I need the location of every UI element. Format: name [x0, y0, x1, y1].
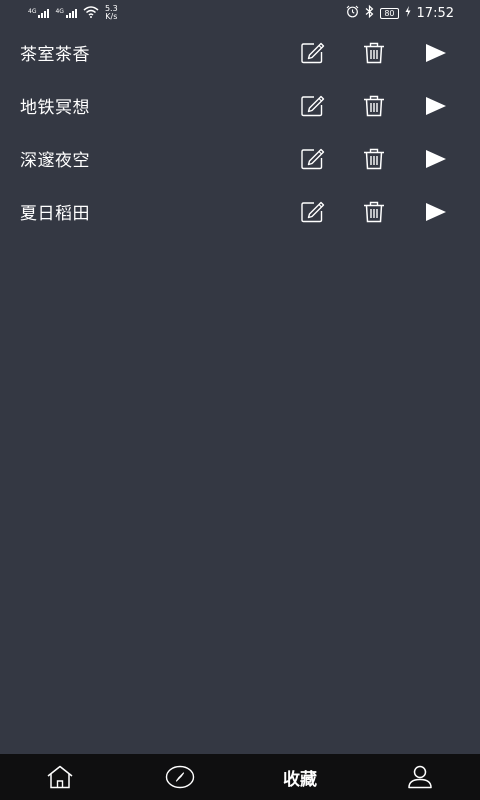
status-left: 4G 4G 5.3 K/s [28, 5, 118, 21]
play-button[interactable] [421, 91, 451, 121]
wifi-icon [83, 5, 99, 21]
play-button[interactable] [421, 38, 451, 68]
edit-button[interactable] [298, 197, 328, 227]
nav-favorites-label: 收藏 [283, 769, 317, 790]
track-name[interactable]: 茶室茶香 [20, 40, 90, 65]
compass-icon [165, 765, 195, 789]
track-name[interactable]: 地铁冥想 [20, 93, 90, 118]
edit-icon [301, 95, 325, 116]
delete-button[interactable] [359, 91, 389, 121]
sim2-label: 4G [55, 8, 64, 15]
list-item: 深邃夜空 [0, 132, 480, 185]
signal-icon: 4G [28, 8, 50, 18]
charging-icon [405, 6, 411, 20]
track-name[interactable]: 夏日稻田 [20, 199, 90, 224]
favorites-list: 茶室茶香 地铁冥想 深邃夜空 夏日稻田 [0, 26, 480, 238]
trash-icon [364, 42, 384, 63]
status-bar: 4G 4G 5.3 K/s 80 17:52 [0, 0, 480, 26]
home-icon [47, 765, 73, 789]
play-button[interactable] [421, 144, 451, 174]
edit-button[interactable] [298, 91, 328, 121]
list-item: 地铁冥想 [0, 79, 480, 132]
edit-icon [301, 201, 325, 222]
edit-icon [301, 148, 325, 169]
delete-button[interactable] [359, 144, 389, 174]
track-name[interactable]: 深邃夜空 [20, 146, 90, 171]
edit-button[interactable] [298, 38, 328, 68]
play-icon [426, 96, 446, 115]
edit-icon [301, 42, 325, 63]
trash-icon [364, 148, 384, 169]
battery-icon: 80 [380, 7, 399, 19]
play-icon [426, 202, 446, 221]
play-icon [426, 149, 446, 168]
speed-unit: K/s [105, 12, 118, 21]
nav-discover[interactable] [120, 754, 240, 800]
nav-favorites[interactable]: 收藏 [240, 754, 360, 800]
trash-icon [364, 95, 384, 116]
delete-button[interactable] [359, 38, 389, 68]
nav-profile[interactable] [360, 754, 480, 800]
sim1-label: 4G [28, 8, 37, 15]
user-icon [408, 765, 432, 789]
trash-icon [364, 201, 384, 222]
list-item: 夏日稻田 [0, 185, 480, 238]
signal-icon: 4G [55, 8, 77, 18]
status-right: 80 17:52 [346, 4, 454, 21]
play-button[interactable] [421, 197, 451, 227]
favorites-screen: 4G 4G 5.3 K/s 80 17:52 茶室茶香 地铁冥想 深邃夜空 夏日… [0, 0, 480, 800]
edit-button[interactable] [298, 144, 328, 174]
bluetooth-icon [365, 4, 374, 21]
nav-home[interactable] [0, 754, 120, 800]
alarm-icon [346, 5, 359, 21]
delete-button[interactable] [359, 197, 389, 227]
clock: 17:52 [416, 5, 454, 21]
bottom-nav: 收藏 [0, 754, 480, 800]
list-item: 茶室茶香 [0, 26, 480, 79]
network-speed: 5.3 K/s [105, 5, 118, 21]
play-icon [426, 43, 446, 62]
